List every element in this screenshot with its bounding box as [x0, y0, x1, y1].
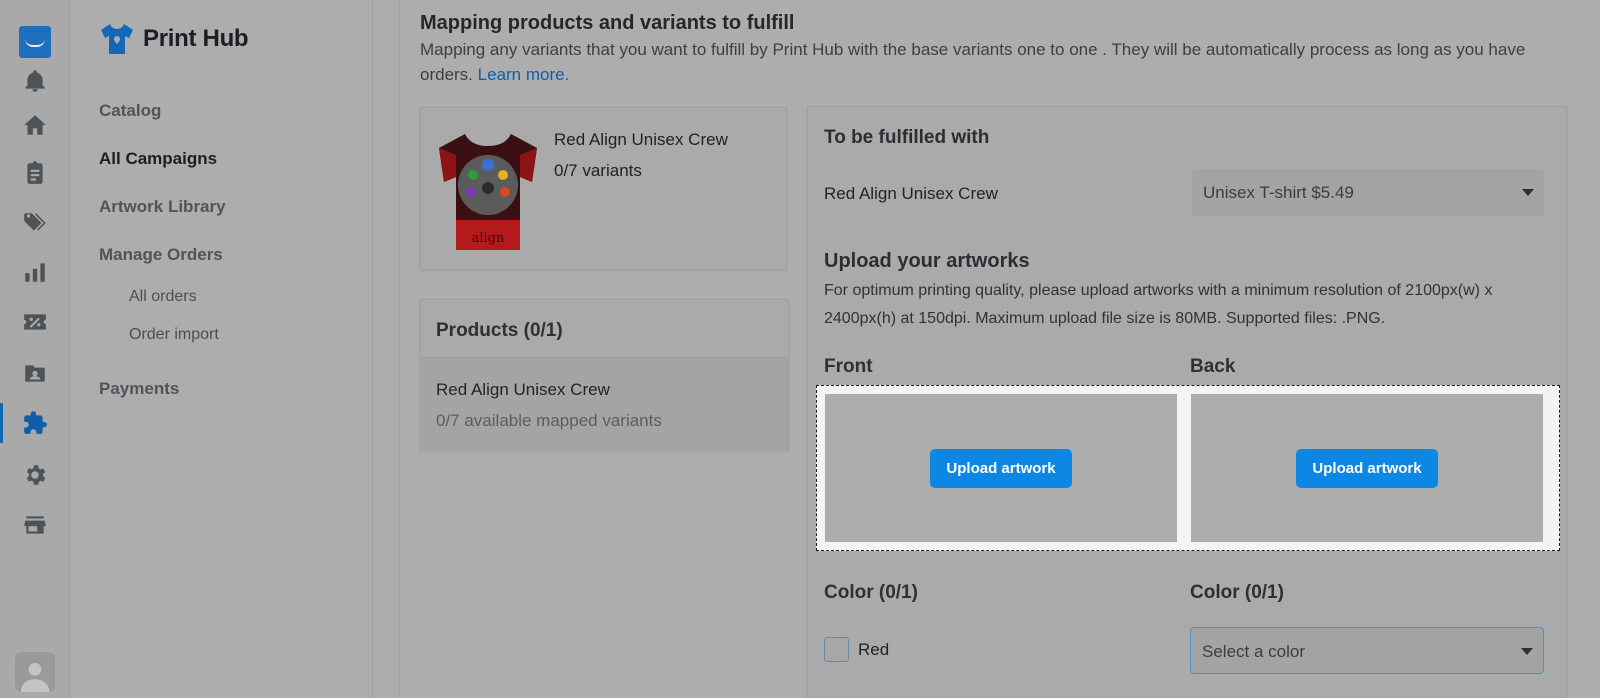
artwork-upload-area: Upload artwork Upload artwork	[816, 385, 1560, 551]
brand[interactable]: Print Hub	[99, 22, 249, 56]
red-color-label: Red	[858, 640, 890, 659]
back-color-label: Color (0/1)	[1190, 582, 1284, 603]
product-card: align Red Align Unisex Crew 0/7 variants	[420, 107, 787, 270]
products-list-title: Products (0/1)	[436, 320, 563, 341]
product-name: Red Align Unisex Crew	[554, 130, 728, 149]
color-select-placeholder: Select a color	[1202, 642, 1305, 661]
app-logo-icon[interactable]	[19, 26, 51, 58]
home-icon[interactable]	[0, 103, 70, 147]
bar-chart-icon[interactable]	[0, 250, 70, 294]
side-navigation: Print Hub Catalog All Campaigns Artwork …	[71, 0, 373, 698]
fulfillment-card: To be fulfilled with Red Align Unisex Cr…	[807, 106, 1567, 698]
red-color-checkbox[interactable]	[824, 637, 849, 662]
list-item-name: Red Align Unisex Crew	[436, 380, 610, 399]
chevron-down-icon	[1522, 189, 1534, 196]
gear-icon[interactable]	[0, 453, 70, 497]
base-variant-value: Unisex T-shirt $5.49	[1203, 183, 1354, 202]
upload-title: Upload your artworks	[824, 250, 1030, 272]
store-icon[interactable]	[0, 503, 70, 547]
tshirt-print-text: align	[472, 231, 505, 246]
list-item-subtitle: 0/7 available mapped variants	[436, 411, 662, 430]
page-title: Mapping products and variants to fulfill	[420, 12, 795, 34]
page-description-text: Mapping any variants that you want to fu…	[420, 40, 1526, 84]
page-description: Mapping any variants that you want to fu…	[420, 37, 1530, 87]
tshirt-logo-icon	[101, 24, 133, 54]
contact-folder-icon[interactable]	[0, 351, 70, 395]
percent-ticket-icon[interactable]	[0, 300, 70, 344]
tags-icon[interactable]	[0, 201, 70, 245]
puzzle-icon[interactable]	[0, 401, 70, 445]
products-list-header: Products (0/1)	[421, 300, 788, 358]
nav-manage-orders[interactable]: Manage Orders	[99, 245, 223, 265]
upload-front-button[interactable]: Upload artwork	[930, 448, 1072, 488]
bell-icon[interactable]	[0, 59, 70, 103]
main-content: Mapping products and variants to fulfill…	[373, 0, 1600, 698]
product-thumbnail: align	[439, 134, 537, 250]
nav-catalog[interactable]: Catalog	[99, 101, 161, 121]
list-item[interactable]: Red Align Unisex Crew 0/7 available mapp…	[421, 358, 788, 451]
nav-artwork-library[interactable]: Artwork Library	[99, 197, 226, 217]
color-select[interactable]: Select a color	[1190, 627, 1544, 674]
front-dropzone[interactable]: Upload artwork	[825, 394, 1177, 542]
icon-rail	[0, 0, 70, 698]
front-label: Front	[824, 356, 873, 377]
nav-order-import[interactable]: Order import	[129, 326, 219, 344]
brand-name: Print Hub	[143, 25, 249, 52]
back-dropzone[interactable]: Upload artwork	[1191, 394, 1543, 542]
chevron-down-icon	[1521, 648, 1533, 655]
fulfill-product-name: Red Align Unisex Crew	[824, 184, 998, 203]
front-color-label: Color (0/1)	[824, 582, 918, 603]
clipboard-icon[interactable]	[0, 151, 70, 195]
base-variant-select[interactable]: Unisex T-shirt $5.49	[1192, 169, 1544, 216]
upload-description: For optimum printing quality, please upl…	[824, 282, 1493, 327]
learn-more-link[interactable]: Learn more.	[478, 65, 570, 84]
nav-payments[interactable]: Payments	[99, 379, 179, 399]
fulfill-title: To be fulfilled with	[824, 127, 990, 148]
nav-all-campaigns[interactable]: All Campaigns	[99, 149, 217, 169]
products-list-card: Products (0/1) Red Align Unisex Crew 0/7…	[420, 299, 789, 451]
upload-back-button[interactable]: Upload artwork	[1296, 448, 1438, 488]
back-label: Back	[1190, 356, 1236, 377]
nav-all-orders[interactable]: All orders	[129, 288, 197, 306]
product-variants: 0/7 variants	[554, 161, 642, 180]
user-avatar-icon[interactable]	[15, 652, 55, 692]
